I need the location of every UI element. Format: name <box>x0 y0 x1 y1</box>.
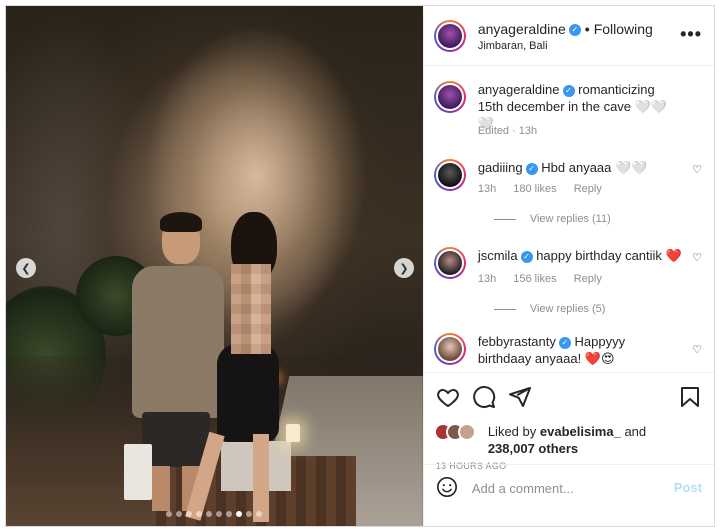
following-button[interactable]: Following <box>594 21 653 37</box>
username-link[interactable]: jscmila <box>478 248 518 263</box>
verified-badge-icon: ✓ <box>568 24 581 37</box>
avatar[interactable] <box>433 81 466 113</box>
like-comment-heart-icon[interactable]: ♡ <box>692 251 702 264</box>
like-heart-icon[interactable] <box>436 385 460 409</box>
more-options-icon[interactable]: ••• <box>680 24 702 45</box>
likes-count-link[interactable]: 238,007 others <box>488 441 578 456</box>
reply-button[interactable]: Reply <box>574 273 602 285</box>
avatar[interactable] <box>433 247 466 279</box>
carousel-dot <box>166 511 173 517</box>
location-link[interactable]: Jimbaran, Bali <box>478 40 548 52</box>
post-photo[interactable]: ❮ ❯ <box>6 6 423 526</box>
carousel-dot <box>206 511 213 517</box>
username-link[interactable]: febbyrastanty <box>478 334 556 349</box>
comment-time: 13h <box>477 183 497 195</box>
previous-slide-button[interactable]: ❮ <box>16 258 36 278</box>
post-actions: Liked by evabelisima_ and 238,007 others… <box>423 372 714 510</box>
verified-badge-icon: ✓ <box>525 162 538 175</box>
instagram-post: ❮ ❯ anyageraldine ✓ • Following Jimbaran, B… <box>5 5 715 527</box>
avatar <box>457 423 476 441</box>
comment-bubble-icon[interactable] <box>472 385 496 409</box>
carousel-dot <box>256 511 263 517</box>
emoji-smiley-icon[interactable] <box>436 476 458 498</box>
separator: • <box>584 21 590 37</box>
verified-badge-icon: ✓ <box>558 336 571 349</box>
view-replies-button[interactable]: View replies (5) <box>493 303 605 315</box>
shopping-bag <box>124 444 152 500</box>
pixelated-face-blur <box>231 264 271 354</box>
carousel-dot <box>196 511 203 517</box>
liked-by-text: Liked by evabelisima_ and 238,007 others <box>487 424 647 456</box>
carousel-dot <box>216 511 223 517</box>
add-comment-input[interactable] <box>471 477 662 499</box>
liked-by-user-link[interactable]: evabelisima_ <box>540 424 621 439</box>
carousel-dot <box>226 511 233 517</box>
chevron-right-icon: ❯ <box>399 262 409 275</box>
like-comment-heart-icon[interactable]: ♡ <box>692 343 702 356</box>
like-comment-heart-icon[interactable]: ♡ <box>692 163 702 176</box>
verified-badge-icon: ✓ <box>562 84 575 97</box>
username-link[interactable]: anyageraldine <box>478 82 560 97</box>
avatar[interactable] <box>433 159 466 191</box>
chevron-left-icon: ❮ <box>21 262 31 275</box>
caption-meta: Edited · 13h <box>477 125 538 137</box>
post-comment-button[interactable]: Post <box>674 480 702 495</box>
avatar[interactable] <box>433 20 466 52</box>
post-sidebar: anyageraldine ✓ • Following Jimbaran, Bali … <box>422 6 714 526</box>
carousel-dot <box>246 511 253 517</box>
reply-button[interactable]: Reply <box>574 183 602 195</box>
avatar[interactable] <box>433 333 466 365</box>
carousel-indicator <box>6 511 423 517</box>
carousel-dot <box>236 511 243 517</box>
username-link[interactable]: gadiiing <box>478 160 523 175</box>
comment-likes[interactable]: 156 likes <box>513 273 556 285</box>
share-paper-plane-icon[interactable] <box>508 385 532 409</box>
view-replies-button[interactable]: View replies (11) <box>493 213 611 225</box>
verified-badge-icon: ✓ <box>520 250 533 263</box>
carousel-dot <box>186 511 193 517</box>
carousel-dot <box>176 511 183 517</box>
next-slide-button[interactable]: ❯ <box>394 258 414 278</box>
comment-text: happy birthday cantiik ❤️ <box>536 248 682 263</box>
comment-likes[interactable]: 180 likes <box>513 183 556 195</box>
comments-section[interactable]: anyageraldine ✓ romanticizing 15th decemb… <box>424 67 714 371</box>
save-bookmark-icon[interactable] <box>678 385 702 409</box>
person-woman <box>185 212 291 522</box>
username-link[interactable]: anyageraldine <box>478 21 566 37</box>
comment-time: 13h <box>477 273 497 285</box>
add-comment-bar: Post <box>423 464 714 510</box>
post-header: anyageraldine ✓ • Following Jimbaran, Bali … <box>423 6 714 66</box>
comment-text: Hbd anyaaa 🤍🤍 <box>541 160 648 175</box>
